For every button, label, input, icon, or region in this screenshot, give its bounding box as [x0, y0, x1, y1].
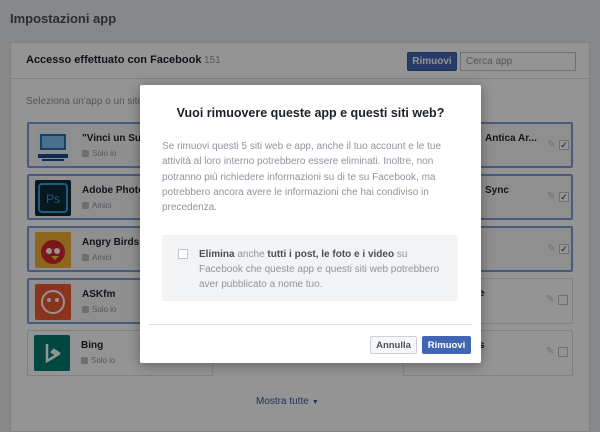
- dialog-body: Se rimuovi questi 5 siti web e app, anch…: [162, 141, 442, 214]
- delete-posts-option[interactable]: Elimina anche tutti i post, le foto e i …: [162, 235, 458, 301]
- cancel-button[interactable]: Annulla: [370, 336, 417, 354]
- dialog-title: Vuoi rimuovere queste app e questi siti …: [176, 106, 445, 120]
- confirm-remove-button[interactable]: Rimuovi: [422, 336, 471, 354]
- dialog-divider: [149, 324, 472, 325]
- remove-apps-dialog: Vuoi rimuovere queste app e questi siti …: [140, 85, 481, 363]
- delete-posts-label: Elimina anche tutti i post, le foto e i …: [199, 249, 440, 290]
- delete-posts-checkbox[interactable]: [178, 249, 188, 259]
